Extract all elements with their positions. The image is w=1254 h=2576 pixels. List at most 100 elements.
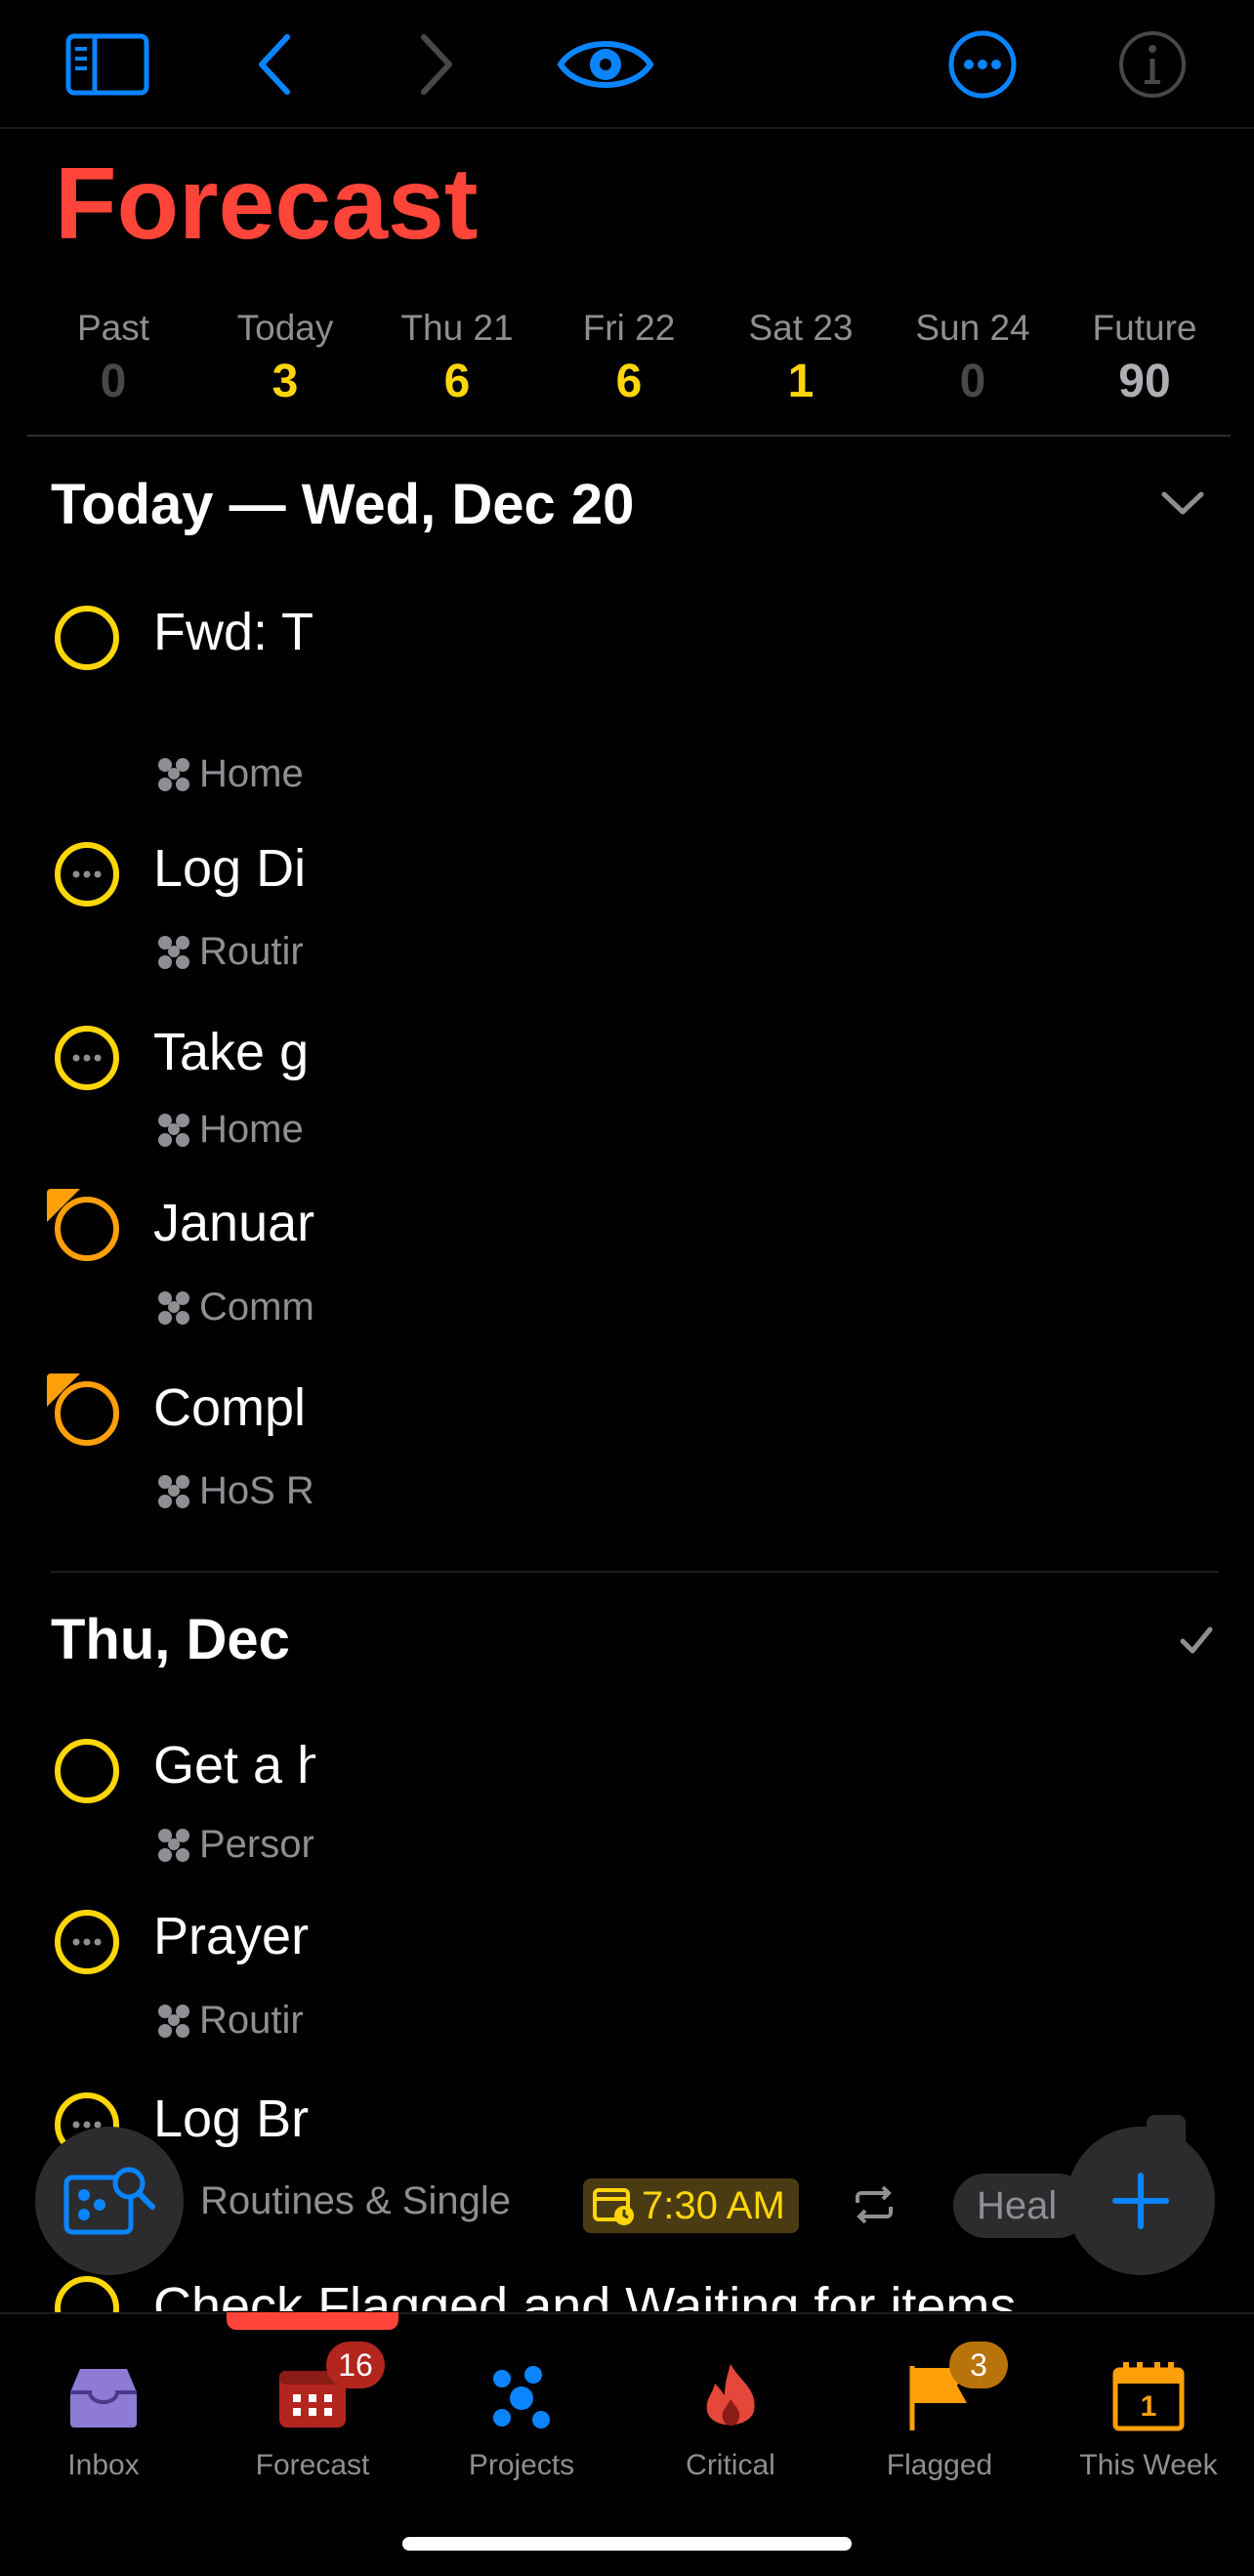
tab-label: Inbox <box>67 2449 140 2481</box>
project-icon <box>156 1289 193 1327</box>
strip-day[interactable]: Sun 24 0 <box>887 298 1059 435</box>
eye-icon <box>557 41 654 88</box>
task-project: HoS R <box>156 1469 315 1513</box>
strip-day[interactable]: Today 3 <box>199 298 371 435</box>
view-options-button[interactable] <box>557 23 654 106</box>
strip-day-count: 6 <box>615 356 643 407</box>
task-title[interactable]: Prayer <box>153 1906 315 1966</box>
strip-day[interactable]: Fri 22 6 <box>543 298 715 435</box>
badge: 3 <box>949 2342 1008 2388</box>
project-icon <box>156 2003 193 2040</box>
section-checkmark[interactable] <box>1180 1626 1213 1660</box>
task-title[interactable]: Check Flagged and Waiting for items <box>153 2276 1016 2311</box>
plus-icon <box>1112 2173 1169 2229</box>
task-title[interactable]: Fwd: T <box>153 602 315 662</box>
task-project: Persor <box>156 1823 315 1867</box>
tab-label: Critical <box>686 2449 775 2481</box>
project-icon <box>156 756 193 793</box>
strip-day[interactable]: Past 0 <box>27 298 199 435</box>
task-project-label: HoS R <box>199 1469 314 1512</box>
ellipsis-icon <box>72 1054 102 1062</box>
task-status-circle[interactable] <box>55 1197 119 1261</box>
strip-day-count: 0 <box>100 356 127 407</box>
task-status-circle[interactable] <box>55 606 119 670</box>
section-divider <box>51 1571 1219 1573</box>
task-status-circle[interactable] <box>55 842 119 907</box>
tab-inbox[interactable]: Inbox <box>16 2353 191 2482</box>
strip-day-label: Past <box>76 308 150 348</box>
task-title[interactable]: Compl <box>153 1377 315 1438</box>
task-title[interactable]: Januar <box>153 1193 315 1253</box>
strip-day[interactable]: Future 90 <box>1059 298 1231 435</box>
strip-day-label: Sun 24 <box>915 308 1030 348</box>
back-button[interactable] <box>229 23 322 106</box>
strip-day[interactable]: Sat 23 1 <box>715 298 887 435</box>
project-icon <box>156 1473 193 1510</box>
tab-label: This Week <box>1079 2449 1218 2481</box>
chevron-left-icon <box>259 34 290 95</box>
project-label: Routines & Single <box>200 2179 511 2222</box>
search-perspective-icon <box>63 2167 155 2235</box>
task-title[interactable]: Get a h <box>153 1735 315 1795</box>
fab-ear <box>1147 2115 1186 2144</box>
task-project-label: Home <box>199 1108 304 1151</box>
tab-flagged[interactable]: 3 Flagged <box>852 2342 1027 2482</box>
collapse-chevron[interactable] <box>1160 488 1205 523</box>
task-project: Home <box>156 752 315 796</box>
badge: 16 <box>326 2342 385 2388</box>
sidebar-icon <box>65 33 149 96</box>
task-title[interactable]: Take g <box>153 1022 315 1082</box>
section-header-thu[interactable]: Thu, Dec <box>51 1607 290 1672</box>
tab-label: Projects <box>468 2449 575 2481</box>
task-project-label: Comm <box>199 1286 314 1329</box>
repeat-button[interactable] <box>852 2185 897 2229</box>
strip-day[interactable]: Thu 21 6 <box>371 298 543 435</box>
inbox-icon <box>70 2369 137 2428</box>
strip-day-label: Sat 23 <box>748 308 854 348</box>
section-header-today[interactable]: Today — Wed, Dec 20 <box>51 472 634 537</box>
tab-icon-wrap: 3 <box>852 2342 1027 2441</box>
quick-open-button[interactable] <box>35 2127 184 2275</box>
project-icon <box>156 1112 193 1149</box>
task-project: Routir <box>156 930 315 974</box>
task-status-circle[interactable] <box>55 1026 119 1090</box>
active-tab-indicator <box>227 2312 398 2330</box>
tab-this-week[interactable]: 1 This Week <box>1061 2353 1236 2482</box>
chevron-down-icon <box>1161 491 1204 515</box>
page-title: Forecast <box>55 148 479 261</box>
add-action-button[interactable] <box>1066 2115 1215 2275</box>
sidebar-toggle-button[interactable] <box>61 23 154 106</box>
strip-day-count: 0 <box>959 356 986 407</box>
strip-day-label: Future <box>1092 308 1197 348</box>
info-button[interactable] <box>1106 23 1199 106</box>
this-week-day: 1 <box>1140 2390 1157 2423</box>
tab-label: Flagged <box>886 2449 993 2481</box>
strip-day-label: Thu 21 <box>400 308 514 348</box>
tab-critical[interactable]: Critical <box>643 2353 818 2482</box>
tab-projects[interactable]: Projects <box>434 2353 609 2482</box>
ellipsis-circle-icon <box>948 30 1017 99</box>
tab-label: Forecast <box>255 2449 370 2481</box>
task-status-circle[interactable] <box>55 1739 119 1803</box>
strip-day-count: 6 <box>443 356 471 407</box>
task-title[interactable]: Log Br <box>153 2089 315 2149</box>
tab-icon-wrap <box>643 2353 818 2441</box>
task-status-circle[interactable] <box>55 1910 119 1974</box>
projects-icon <box>493 2366 550 2428</box>
due-time-chip[interactable]: 7:30 AM <box>583 2178 799 2233</box>
project-icon <box>156 934 193 971</box>
project-icon <box>156 1827 193 1864</box>
toolbar <box>0 0 1254 129</box>
forward-button[interactable] <box>389 23 482 106</box>
ellipsis-icon <box>72 870 102 878</box>
task-title[interactable]: Log Di <box>153 838 315 899</box>
task-project-label: Routir <box>199 930 304 973</box>
repeat-icon <box>856 2185 893 2224</box>
more-button[interactable] <box>936 23 1029 106</box>
ellipsis-icon <box>72 1938 102 1946</box>
task-project-label: Routir <box>199 1999 304 2042</box>
task-status-circle[interactable] <box>55 1381 119 1446</box>
strip-day-label: Today <box>236 308 334 348</box>
tab-forecast[interactable]: 16 Forecast <box>225 2342 400 2482</box>
home-indicator[interactable] <box>402 2537 852 2551</box>
